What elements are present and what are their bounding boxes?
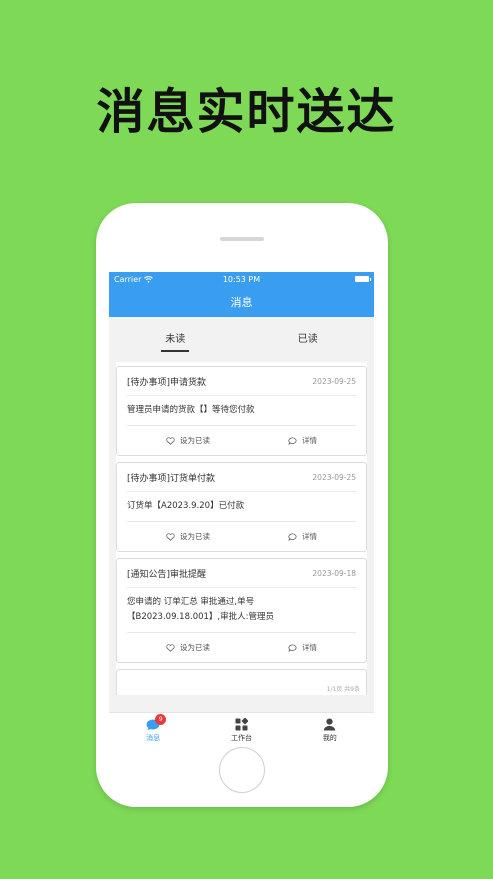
message-date: 2023-09-18 bbox=[312, 568, 356, 578]
message-date: 2023-09-25 bbox=[312, 376, 356, 386]
tabbar-item-workbench[interactable]: 工作台 bbox=[211, 718, 271, 743]
message-title: [待办事项]订货单付款 bbox=[127, 473, 216, 484]
promo-headline: 消息实时送达 bbox=[96, 84, 397, 140]
wifi-icon bbox=[144, 275, 154, 283]
comment-icon bbox=[288, 643, 297, 652]
message-list: [待办事项]申请货款 2023-09-25 管理员申请的货款【】等待您付款 设为… bbox=[109, 357, 374, 695]
comment-icon bbox=[288, 532, 297, 541]
message-date: 2023-09-25 bbox=[312, 472, 356, 482]
mark-read-button[interactable]: 设为已读 bbox=[166, 531, 210, 542]
message-body: 管理员申请的货款【】等待您付款 bbox=[127, 396, 356, 426]
details-button[interactable]: 详情 bbox=[288, 642, 317, 653]
bottom-tab-bar: 9 消息 工作台 我的 bbox=[109, 712, 374, 748]
message-body: 订货单【A2023.9.20】已付款 bbox=[127, 492, 356, 522]
details-label: 详情 bbox=[302, 643, 317, 652]
message-title: [待办事项]申请货款 bbox=[127, 377, 207, 388]
message-body: 您申请的 订单汇总 审批通过,单号 【B2023.09.18.001】,审批人:… bbox=[127, 588, 356, 633]
message-body-line: 您申请的 订单汇总 审批通过,单号 bbox=[127, 597, 255, 607]
unread-badge: 9 bbox=[155, 713, 167, 725]
message-actions: 设为已读 详情 bbox=[127, 633, 356, 662]
message-card-partial[interactable]: 1/1页 共9条 bbox=[116, 669, 367, 695]
user-icon bbox=[324, 718, 336, 731]
message-card[interactable]: [待办事项]申请货款 2023-09-25 管理员申请的货款【】等待您付款 设为… bbox=[116, 366, 367, 456]
tab-read[interactable]: 已读 bbox=[292, 326, 324, 349]
message-tabs: 未读 已读 bbox=[109, 317, 374, 357]
status-bar: Carrier 10:53 PM bbox=[109, 272, 374, 286]
home-button[interactable] bbox=[219, 747, 265, 793]
details-label: 详情 bbox=[302, 436, 317, 445]
pagination-info: 1/1页 共9条 bbox=[326, 686, 360, 693]
message-card-header: [待办事项]订货单付款 2023-09-25 bbox=[127, 463, 356, 492]
mark-read-button[interactable]: 设为已读 bbox=[166, 642, 210, 653]
mark-read-label: 设为已读 bbox=[180, 532, 210, 541]
carrier-label: Carrier bbox=[114, 274, 142, 284]
message-list-body: [待办事项]申请货款 2023-09-25 管理员申请的货款【】等待您付款 设为… bbox=[116, 362, 367, 695]
details-button[interactable]: 详情 bbox=[288, 531, 317, 542]
details-label: 详情 bbox=[302, 532, 317, 541]
tabbar-label: 我的 bbox=[322, 734, 337, 742]
tabbar-label: 消息 bbox=[146, 733, 161, 742]
message-body-line: 【B2023.09.18.001】,审批人:管理员 bbox=[127, 612, 274, 622]
mark-read-label: 设为已读 bbox=[180, 436, 210, 445]
message-actions: 设为已读 详情 bbox=[127, 522, 356, 551]
battery-icon bbox=[355, 276, 371, 282]
tab-unread[interactable]: 未读 bbox=[159, 326, 191, 352]
comment-icon bbox=[288, 436, 297, 445]
heart-icon bbox=[166, 436, 175, 445]
mark-read-label: 设为已读 bbox=[180, 643, 210, 652]
message-title: [通知公告]审批提醒 bbox=[127, 569, 207, 580]
heart-icon bbox=[166, 532, 175, 541]
phone-speaker bbox=[220, 237, 264, 241]
message-card[interactable]: [通知公告]审批提醒 2023-09-18 您申请的 订单汇总 审批通过,单号 … bbox=[116, 558, 367, 663]
nav-bar: 消息 bbox=[109, 286, 374, 317]
tabbar-item-profile[interactable]: 我的 bbox=[300, 718, 360, 743]
details-button[interactable]: 详情 bbox=[288, 435, 317, 446]
heart-icon bbox=[166, 643, 175, 652]
message-card-header: [通知公告]审批提醒 2023-09-18 bbox=[127, 559, 356, 588]
message-card[interactable]: [待办事项]订货单付款 2023-09-25 订货单【A2023.9.20】已付… bbox=[116, 462, 367, 552]
mark-read-button[interactable]: 设为已读 bbox=[166, 435, 210, 446]
tabbar-label: 工作台 bbox=[230, 734, 252, 742]
carrier-info: Carrier bbox=[114, 274, 154, 284]
phone-frame: Carrier 10:53 PM 消息 未读 已读 [待办事项]申请货款 202… bbox=[96, 203, 388, 807]
message-actions: 设为已读 详情 bbox=[127, 426, 356, 455]
nav-title: 消息 bbox=[230, 295, 253, 309]
message-card-header: [待办事项]申请货款 2023-09-25 bbox=[127, 367, 356, 396]
grid-icon bbox=[235, 718, 248, 731]
app-screen: Carrier 10:53 PM 消息 未读 已读 [待办事项]申请货款 202… bbox=[109, 272, 374, 748]
tabbar-item-messages[interactable]: 9 消息 bbox=[123, 713, 183, 743]
